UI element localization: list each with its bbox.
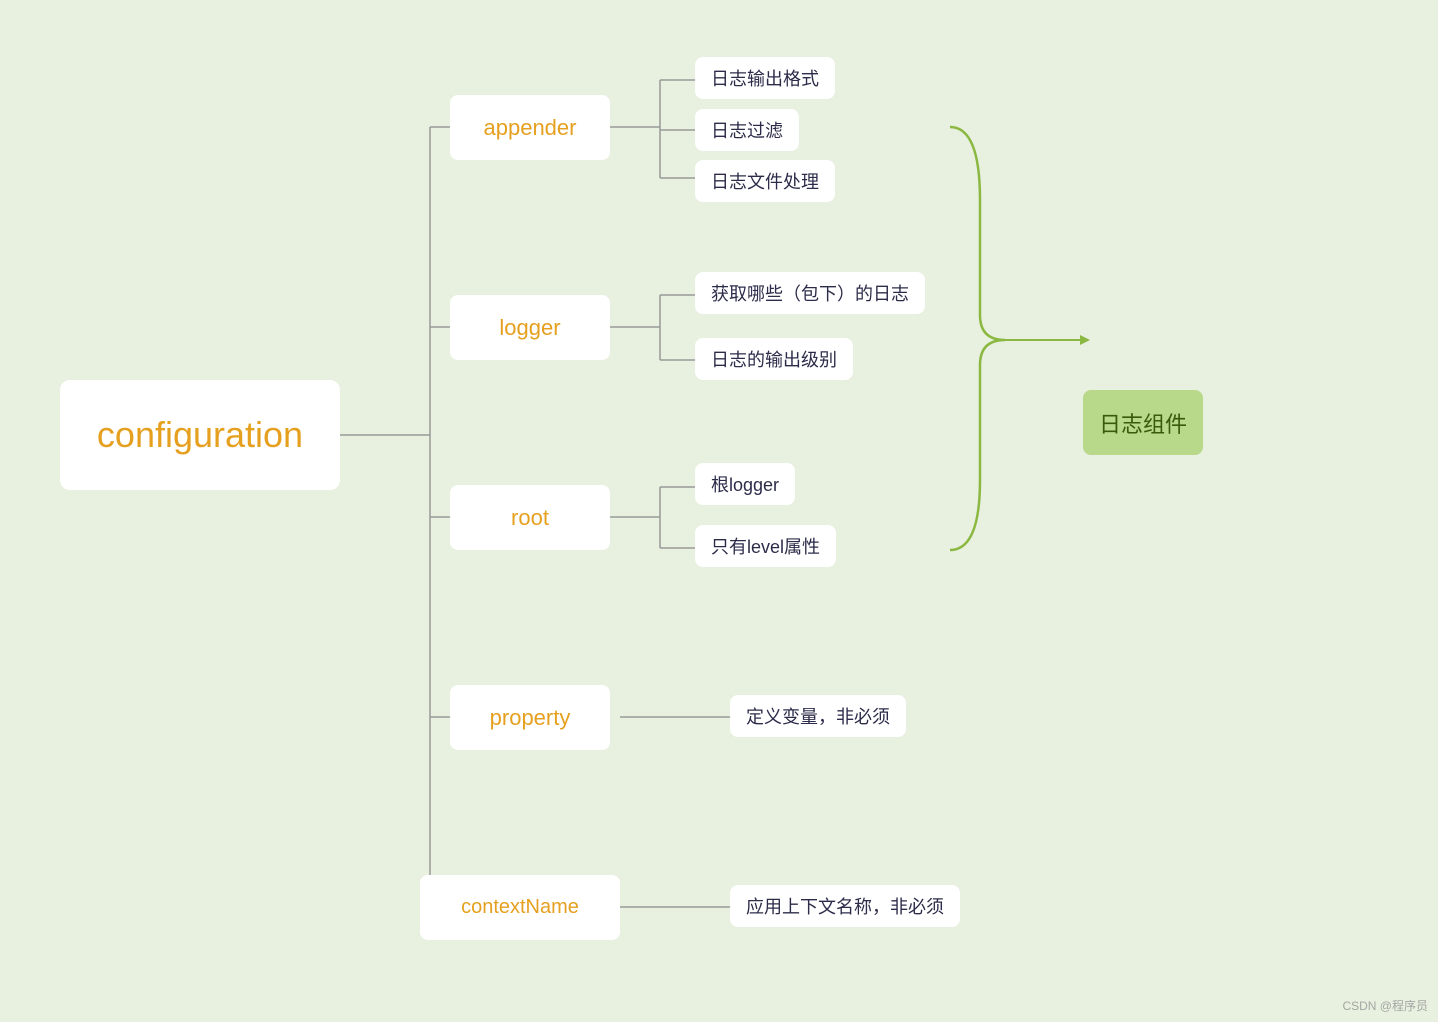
leaf-log-level-label: 日志的输出级别 — [711, 346, 837, 372]
configuration-label: configuration — [97, 414, 303, 456]
leaf-log-level: 日志的输出级别 — [695, 338, 853, 380]
leaf-context-name-label: 应用上下文名称，非必须 — [746, 893, 944, 919]
appender-label: appender — [484, 115, 577, 141]
leaf-log-capture: 获取哪些（包下）的日志 — [695, 272, 925, 314]
node-configuration: configuration — [60, 380, 340, 490]
leaf-define-var: 定义变量，非必须 — [730, 695, 906, 737]
log-component-label: 日志组件 — [1099, 407, 1187, 439]
leaf-root-logger-label: 根logger — [711, 471, 779, 497]
contextname-label: contextName — [461, 896, 579, 919]
logger-label: logger — [499, 315, 560, 341]
leaf-log-filter: 日志过滤 — [695, 109, 799, 151]
leaf-define-var-label: 定义变量，非必须 — [746, 703, 890, 729]
node-root: root — [450, 485, 610, 550]
node-contextname: contextName — [420, 875, 620, 940]
leaf-log-file-label: 日志文件处理 — [711, 168, 819, 194]
leaf-root-logger: 根logger — [695, 463, 795, 505]
node-appender: appender — [450, 95, 610, 160]
leaf-log-filter-label: 日志过滤 — [711, 117, 783, 143]
property-label: property — [490, 705, 571, 731]
leaf-log-capture-label: 获取哪些（包下）的日志 — [711, 280, 909, 306]
leaf-log-format-label: 日志输出格式 — [711, 65, 819, 91]
leaf-level-attr: 只有level属性 — [695, 525, 836, 567]
node-logger: logger — [450, 295, 610, 360]
watermark: CSDN @程序员 — [1342, 997, 1428, 1014]
leaf-level-attr-label: 只有level属性 — [711, 533, 820, 559]
node-log-component: 日志组件 — [1083, 390, 1203, 455]
root-label: root — [511, 505, 549, 531]
leaf-context-name: 应用上下文名称，非必须 — [730, 885, 960, 927]
leaf-log-file: 日志文件处理 — [695, 160, 835, 202]
node-property: property — [450, 685, 610, 750]
leaf-log-format: 日志输出格式 — [695, 57, 835, 99]
